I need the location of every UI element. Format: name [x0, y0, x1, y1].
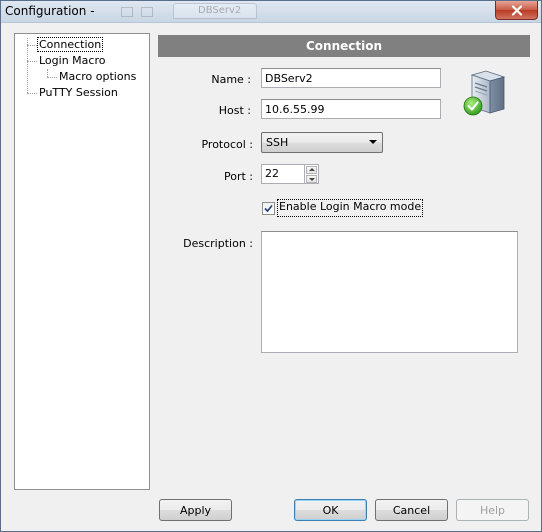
configuration-window: Configuration - DBServ2 Connection Login…	[0, 0, 542, 532]
protocol-value: SSH	[266, 136, 289, 149]
protocol-select[interactable]: SSH	[261, 132, 383, 153]
port-label: Port :	[223, 170, 253, 183]
cancel-button[interactable]: Cancel	[375, 499, 448, 521]
apply-button[interactable]: Apply	[159, 499, 232, 521]
tree-connector	[47, 77, 57, 78]
tree-connector	[27, 93, 37, 94]
name-label: Name :	[211, 73, 251, 86]
checkmark-icon	[264, 204, 273, 213]
port-decrement-button[interactable]	[306, 175, 317, 183]
enable-login-macro-label[interactable]: Enable Login Macro mode	[276, 199, 424, 217]
tree-item-login-macro[interactable]: Login Macro	[37, 53, 107, 68]
section-header: Connection	[158, 35, 530, 57]
description-label: Description :	[183, 237, 253, 250]
close-icon	[511, 4, 522, 16]
window-title: Configuration -	[5, 4, 95, 18]
name-input[interactable]	[261, 68, 441, 88]
server-connected-icon	[463, 70, 506, 116]
enable-login-macro-checkbox[interactable]	[262, 202, 275, 215]
tree-item-putty-session[interactable]: PuTTY Session	[37, 85, 120, 100]
background-window-controls	[121, 5, 167, 19]
background-window-tab: DBServ2	[173, 3, 257, 19]
tree-connector	[27, 45, 37, 46]
tree-connector	[47, 69, 48, 77]
port-increment-button[interactable]	[306, 166, 317, 174]
tree-connector	[27, 38, 28, 93]
settings-tree[interactable]: Connection Login Macro Macro options PuT…	[14, 33, 150, 490]
tree-item-macro-options[interactable]: Macro options	[57, 69, 138, 84]
tree-connector	[27, 61, 37, 62]
description-textarea[interactable]	[261, 231, 518, 353]
close-button[interactable]	[495, 1, 538, 20]
ok-button[interactable]: OK	[294, 499, 367, 521]
chevron-down-icon	[369, 140, 377, 144]
host-label: Host :	[218, 104, 251, 117]
help-button[interactable]: Help	[456, 499, 529, 521]
protocol-label: Protocol :	[201, 138, 253, 151]
port-input[interactable]: 22	[261, 164, 305, 184]
port-spinner	[304, 164, 319, 184]
host-input[interactable]	[261, 99, 441, 119]
tree-item-connection[interactable]: Connection	[37, 37, 104, 52]
title-bar[interactable]: Configuration - DBServ2	[1, 1, 541, 23]
